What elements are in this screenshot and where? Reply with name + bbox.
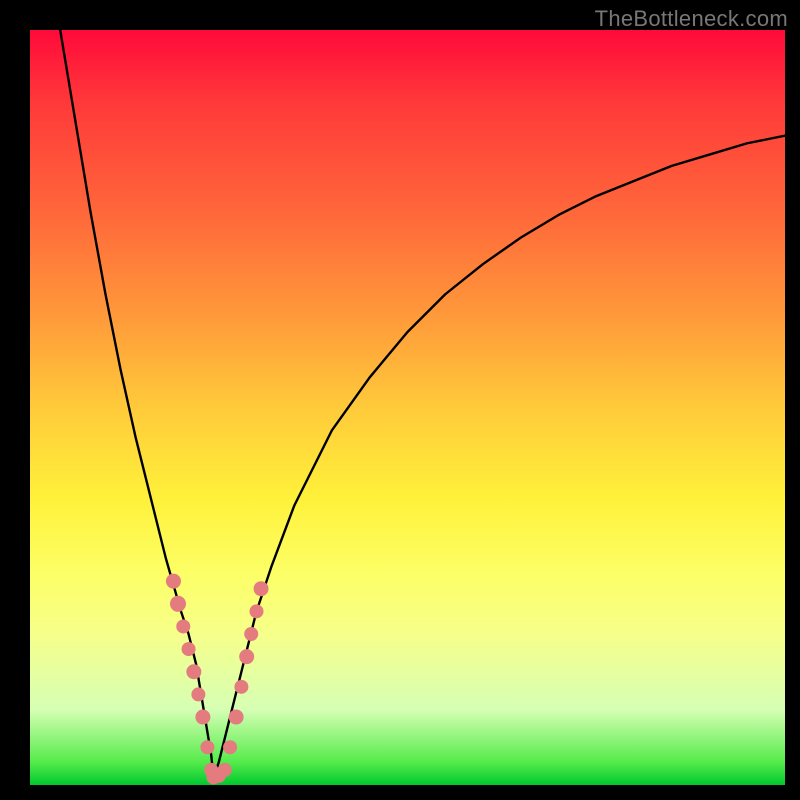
data-marker (218, 763, 232, 777)
data-marker (229, 710, 244, 725)
data-marker (195, 710, 210, 725)
curve-group (60, 30, 785, 777)
data-marker (223, 740, 237, 754)
data-marker (166, 574, 181, 589)
chart-frame: TheBottleneck.com (0, 0, 800, 800)
data-marker (176, 619, 190, 633)
watermark-text: TheBottleneck.com (595, 6, 788, 32)
data-marker (239, 649, 254, 664)
data-marker (182, 642, 196, 656)
data-marker (250, 604, 264, 618)
data-marker (170, 596, 186, 612)
data-marker (244, 627, 258, 641)
plot-area (30, 30, 785, 785)
chart-svg (30, 30, 785, 785)
data-marker (234, 680, 248, 694)
data-marker (200, 740, 214, 754)
data-marker (186, 664, 201, 679)
data-marker (191, 687, 205, 701)
data-marker (254, 581, 269, 596)
marker-group (166, 574, 269, 785)
curve-right-branch (213, 136, 785, 778)
